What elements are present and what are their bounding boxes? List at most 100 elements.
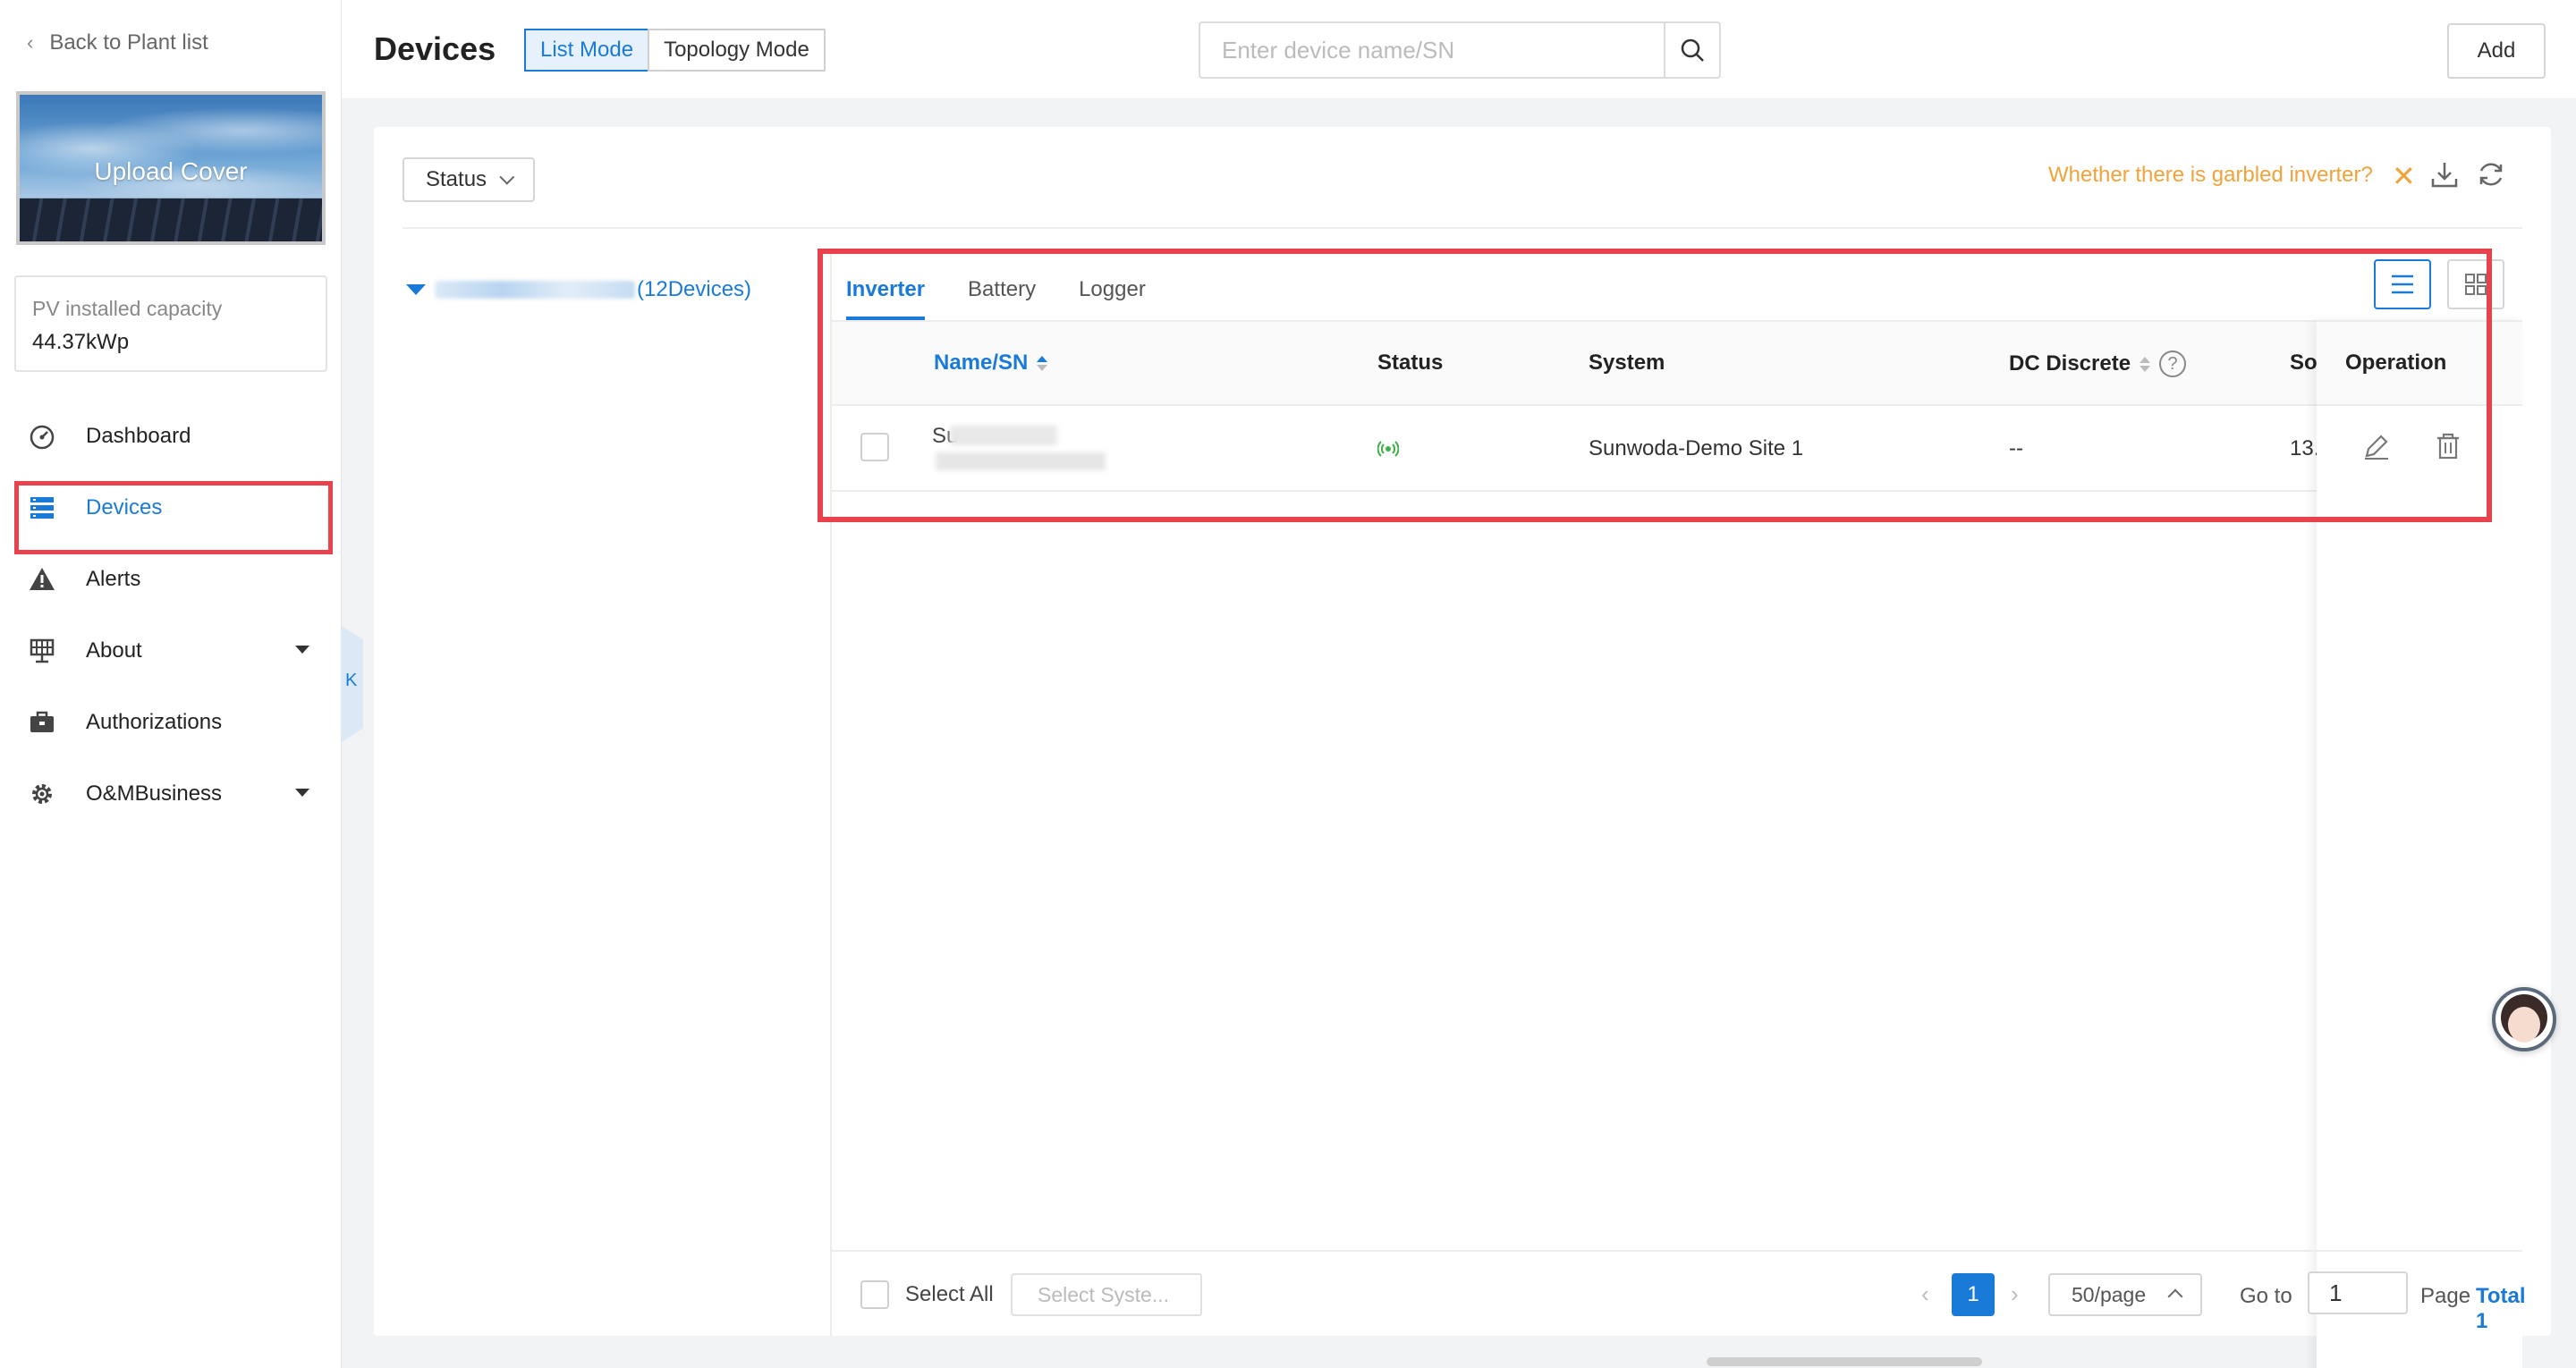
- about-icon: [29, 638, 55, 664]
- pv-capacity-box: PV installed capacity 44.37kWp: [14, 275, 327, 372]
- briefcase-icon: [29, 709, 55, 736]
- column-status: Status: [1377, 350, 1444, 375]
- device-name-sn-cell[interactable]: Su: [932, 422, 1111, 476]
- add-device-button[interactable]: Add: [2447, 23, 2546, 79]
- assistant-avatar-button[interactable]: [2492, 987, 2556, 1051]
- avatar-face: [2508, 1007, 2540, 1043]
- chevron-up-icon: [2167, 1288, 2183, 1305]
- toolbar-divider: [402, 227, 2522, 229]
- dc-discrete-cell: --: [2009, 436, 2023, 460]
- upload-cover-label: Upload Cover: [94, 157, 248, 185]
- sort-icon: [1037, 355, 1048, 371]
- sidebar-item-about[interactable]: About: [0, 615, 342, 687]
- list-mode-button[interactable]: List Mode: [524, 29, 650, 72]
- horizontal-scrollbar[interactable]: [1707, 1357, 1982, 1366]
- sort-icon: [2140, 356, 2151, 372]
- topology-mode-button[interactable]: Topology Mode: [648, 29, 826, 72]
- chevron-down-icon: [499, 169, 515, 185]
- page-label: Page: [2420, 1284, 2471, 1308]
- upload-cover-button[interactable]: Upload Cover: [16, 91, 326, 245]
- tab-inverter[interactable]: Inverter: [846, 277, 926, 320]
- download-icon[interactable]: [2429, 159, 2460, 190]
- current-page-button[interactable]: 1: [1952, 1273, 1995, 1316]
- select-system-dropdown[interactable]: Select Syste...: [1011, 1273, 1202, 1316]
- gear-icon: [29, 781, 55, 807]
- sidebar-item-om-business[interactable]: O&MBusiness: [0, 758, 342, 830]
- sidebar-item-label: Alerts: [86, 567, 141, 591]
- blurred-device-sn: [936, 452, 1106, 470]
- tab-logger[interactable]: Logger: [1079, 277, 1146, 320]
- page-title: Devices: [374, 30, 496, 67]
- column-dc-discrete[interactable]: DC Discrete ?: [2009, 350, 2187, 377]
- sidebar-item-dashboard[interactable]: Dashboard: [0, 401, 342, 472]
- search-icon: [1681, 38, 1704, 62]
- goto-page-input[interactable]: [2308, 1271, 2408, 1314]
- sidebar-item-label: Dashboard: [86, 424, 191, 448]
- delete-icon[interactable]: [2433, 431, 2463, 461]
- column-system: System: [1589, 350, 1665, 375]
- close-icon[interactable]: ✕: [2392, 159, 2416, 193]
- device-group-tree-node[interactable]: (12Devices): [406, 277, 751, 302]
- grid-icon: [2465, 274, 2487, 295]
- column-name-sn[interactable]: Name/SN: [934, 350, 1048, 376]
- blurred-group-name: [435, 281, 635, 299]
- chevron-down-icon: [295, 646, 309, 654]
- cover-image-solar-panels: [20, 198, 322, 241]
- operation-column: Operation: [2317, 320, 2522, 1368]
- select-all-label: Select All: [905, 1282, 994, 1306]
- goto-label: Go to: [2240, 1284, 2292, 1308]
- table-row[interactable]: Su Sunwoda-Demo Site 1 -- 13.6(: [832, 406, 2522, 492]
- list-icon: [2392, 274, 2413, 294]
- page-size-label: 50/page: [2072, 1282, 2147, 1306]
- sidebar-item-alerts[interactable]: Alerts: [0, 544, 342, 615]
- group-device-count: (12Devices): [637, 277, 752, 301]
- sidebar: ‹ Back to Plant list Upload Cover PV ins…: [0, 0, 342, 1368]
- device-search: [1199, 21, 1758, 79]
- dashboard-icon: [29, 423, 55, 450]
- column-label: Name/SN: [934, 350, 1029, 375]
- devices-card: Status Whether there is garbled inverter…: [374, 127, 2551, 1368]
- collapse-glyph: K: [345, 671, 358, 690]
- select-all-checkbox[interactable]: [860, 1280, 889, 1309]
- devices-highlight-box: [14, 481, 333, 554]
- table-header: Name/SN Status System DC Discrete ? Sola: [832, 320, 2522, 406]
- column-label: DC Discrete: [2009, 351, 2131, 376]
- next-page-icon[interactable]: ›: [2011, 1280, 2019, 1308]
- back-to-plant-list-link[interactable]: ‹ Back to Plant list: [27, 30, 208, 55]
- search-input[interactable]: [1199, 21, 1664, 79]
- total-count: Total 1: [2476, 1284, 2526, 1333]
- grid-view-button[interactable]: [2447, 259, 2504, 309]
- pv-capacity-value: 44.37kWp: [32, 330, 130, 354]
- table-footer: Select All Select Syste... ‹ 1 › 50/page…: [832, 1250, 2526, 1336]
- chevron-left-icon: ‹: [27, 31, 34, 54]
- sidebar-item-label: About: [86, 638, 142, 663]
- help-icon[interactable]: ?: [2159, 350, 2187, 377]
- alert-icon: [29, 566, 55, 593]
- sidebar-item-label: Authorizations: [86, 710, 223, 734]
- sidebar-collapse-handle[interactable]: K: [342, 626, 363, 742]
- previous-page-icon[interactable]: ‹: [1921, 1280, 1929, 1308]
- page-size-select[interactable]: 50/page: [2048, 1273, 2202, 1316]
- refresh-icon[interactable]: [2476, 159, 2506, 190]
- blurred-device-name: [950, 426, 1057, 445]
- column-operation: Operation: [2317, 320, 2522, 406]
- search-button[interactable]: [1664, 21, 1721, 79]
- chevron-down-icon: [295, 789, 309, 797]
- status-filter-label: Status: [426, 167, 487, 191]
- list-view-button[interactable]: [2374, 259, 2431, 309]
- garbled-inverter-link[interactable]: Whether there is garbled inverter?: [2048, 163, 2373, 188]
- caret-down-icon: [406, 284, 426, 295]
- row-checkbox[interactable]: [860, 433, 889, 461]
- back-label: Back to Plant list: [49, 30, 208, 55]
- sidebar-nav: Dashboard Devices Alerts About Authoriza…: [0, 401, 342, 830]
- device-type-tabs: Inverter Battery Logger: [846, 277, 1146, 320]
- top-bar: Devices List Mode Topology Mode Add: [342, 0, 2576, 98]
- view-mode-toggle: List Mode Topology Mode: [524, 29, 826, 72]
- sidebar-item-authorizations[interactable]: Authorizations: [0, 687, 342, 758]
- edit-icon[interactable]: [2361, 431, 2392, 461]
- sidebar-item-label: O&MBusiness: [86, 781, 223, 806]
- tab-battery[interactable]: Battery: [968, 277, 1036, 320]
- online-signal-icon: [1377, 441, 1399, 457]
- pv-capacity-label: PV installed capacity: [32, 297, 223, 320]
- status-filter-dropdown[interactable]: Status: [402, 157, 535, 202]
